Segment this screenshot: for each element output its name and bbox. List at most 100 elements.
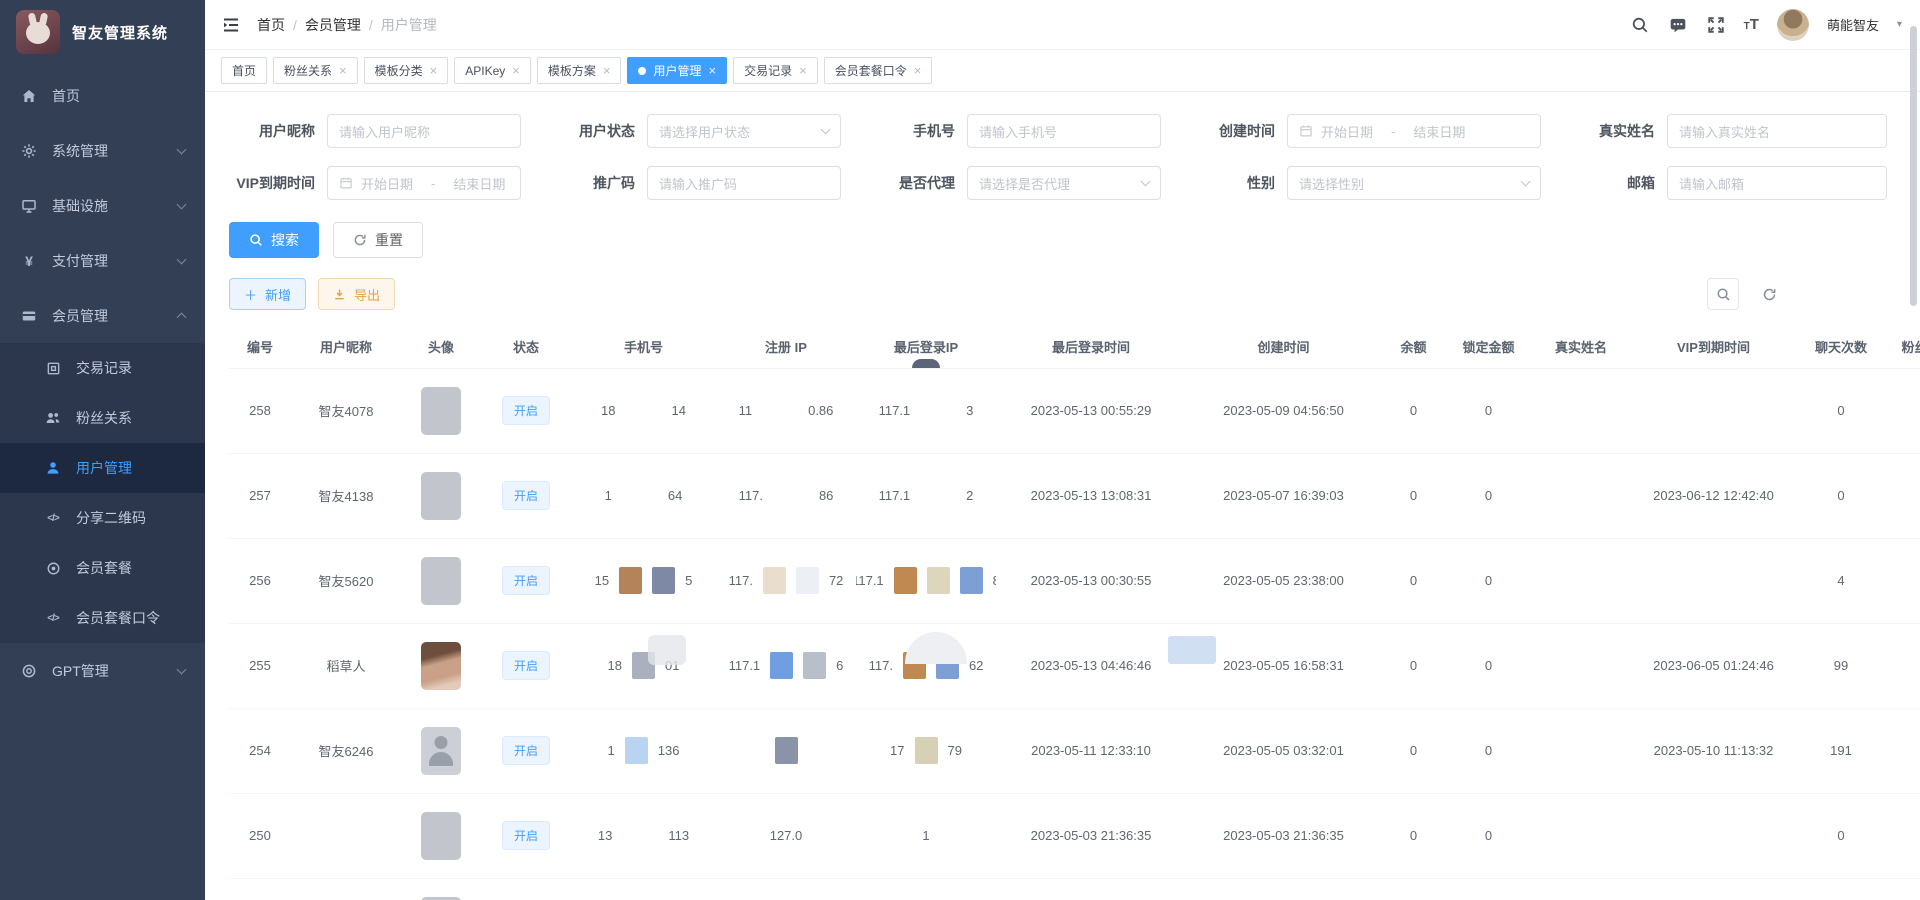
- close-icon[interactable]: ×: [339, 64, 347, 77]
- redaction-blob: [619, 567, 642, 594]
- sidebar-item-label: 首页: [52, 86, 80, 106]
- tab-label: 模板分类: [375, 62, 423, 79]
- search-icon[interactable]: [1630, 15, 1650, 35]
- close-icon[interactable]: ×: [430, 64, 438, 77]
- select-input[interactable]: 请选择性别: [1287, 166, 1541, 200]
- table-row[interactable]: 24912开启1521121272023-05-13 08:29:362023-…: [229, 878, 1920, 900]
- table-refresh-icon[interactable]: [1753, 278, 1785, 310]
- status-badge: 开启: [502, 821, 550, 850]
- select-input[interactable]: 请选择是否代理: [967, 166, 1161, 200]
- close-icon[interactable]: ×: [799, 64, 807, 77]
- sidebar-item-label: 会员套餐口令: [76, 608, 160, 628]
- text-input[interactable]: 请输入手机号: [967, 114, 1161, 148]
- sidebar-item-users[interactable]: 用户管理: [0, 443, 205, 493]
- daterange-input[interactable]: 开始日期-结束日期: [327, 166, 521, 200]
- sidebar-item-share-qrcode[interactable]: </> 分享二维码: [0, 493, 205, 543]
- export-button[interactable]: 导出: [318, 278, 395, 310]
- field-label: 推广码: [549, 173, 635, 193]
- table-row[interactable]: 258智友4078开启1814110.86117.132023-05-13 00…: [229, 368, 1920, 453]
- fullscreen-icon[interactable]: [1706, 15, 1726, 35]
- field-label: 创建时间: [1189, 121, 1275, 141]
- active-tab-dot: [638, 67, 646, 75]
- cell-created-time: 2023-05-05 23:38:00: [1186, 538, 1381, 623]
- search-button[interactable]: 搜索: [229, 222, 319, 258]
- text-input[interactable]: 请输入真实姓名: [1667, 114, 1887, 148]
- sidebar-item-infrastructure[interactable]: 基础设施: [0, 178, 205, 233]
- home-icon: [20, 87, 38, 105]
- cell-created-time: 2023-05-03 21:36:35: [1186, 793, 1381, 878]
- field-label: 真实姓名: [1569, 121, 1655, 141]
- sidebar-item-transactions[interactable]: 交易记录: [0, 343, 205, 393]
- tab-item[interactable]: APIKey×: [454, 57, 531, 84]
- refresh-icon: [353, 233, 367, 247]
- sidebar-item-gpt[interactable]: GPT管理: [0, 643, 205, 698]
- column-header: 余额: [1381, 326, 1446, 368]
- add-button[interactable]: ＋ 新增: [229, 278, 306, 310]
- cell-locked-amount: 0: [1446, 453, 1531, 538]
- cell-chat-count: 0: [1796, 368, 1886, 453]
- cell-id: 254: [229, 708, 291, 793]
- sidebar-item-member[interactable]: 会员管理: [0, 288, 205, 343]
- sidebar-item-label: 会员套餐: [76, 558, 132, 578]
- close-icon[interactable]: ×: [603, 64, 611, 77]
- breadcrumb-member[interactable]: 会员管理: [305, 15, 361, 35]
- column-header: 聊天次数: [1796, 326, 1886, 368]
- table-search-icon[interactable]: [1707, 278, 1739, 310]
- calendar-icon: [1299, 124, 1313, 138]
- value-suffix: 72: [829, 573, 843, 588]
- table-row[interactable]: 254智友6246开启113617792023-05-11 12:33:1020…: [229, 708, 1920, 793]
- close-icon[interactable]: ×: [914, 64, 922, 77]
- close-icon[interactable]: ×: [708, 64, 716, 77]
- tab-item[interactable]: 用户管理×: [627, 57, 727, 84]
- text-input[interactable]: 请输入推广码: [647, 166, 841, 200]
- status-badge: 开启: [502, 651, 550, 680]
- cell-last-login-time: 2023-05-03 21:36:35: [996, 793, 1186, 878]
- scrollbar[interactable]: [1910, 26, 1917, 306]
- cell-nickname: 智友4078: [291, 368, 401, 453]
- breadcrumb-home[interactable]: 首页: [257, 15, 285, 35]
- select-input[interactable]: 请选择用户状态: [647, 114, 841, 148]
- username[interactable]: 萌能智友: [1827, 15, 1879, 34]
- caret-down-icon[interactable]: ▾: [1897, 19, 1902, 30]
- sidebar-item-fans[interactable]: 粉丝关系: [0, 393, 205, 443]
- sidebar-item-label: 基础设施: [52, 196, 108, 216]
- font-size-icon[interactable]: TT: [1744, 16, 1759, 33]
- text-input[interactable]: 请输入邮箱: [1667, 166, 1887, 200]
- table-row[interactable]: 256智友5620开启155117.72117.182023-05-13 00:…: [229, 538, 1920, 623]
- document-icon: [44, 359, 62, 377]
- cell-created-time: 2023-05-05 16:58:31: [1186, 623, 1381, 708]
- sidebar-item-package-code[interactable]: </> 会员套餐口令: [0, 593, 205, 643]
- sidebar-toggle-icon[interactable]: [221, 15, 241, 35]
- daterange-input[interactable]: 开始日期-结束日期: [1287, 114, 1541, 148]
- cell-id: 250: [229, 793, 291, 878]
- cell-id: 258: [229, 368, 291, 453]
- table-row[interactable]: 257智友4138开启164117.86117.122023-05-13 13:…: [229, 453, 1920, 538]
- tab-label: 粉丝关系: [284, 62, 332, 79]
- field-label: 是否代理: [869, 173, 955, 193]
- redacted-value: 13113: [571, 828, 716, 843]
- text-input[interactable]: 请输入用户昵称: [327, 114, 521, 148]
- tab-item[interactable]: 首页: [221, 57, 267, 84]
- redacted-value: 110.86: [716, 403, 856, 418]
- tab-item[interactable]: 会员套餐口令×: [824, 57, 933, 84]
- redacted-value: [716, 737, 856, 764]
- cell-real-name: [1531, 793, 1631, 878]
- value-prefix: 15: [595, 573, 609, 588]
- daterange-end-placeholder: 结束日期: [453, 174, 505, 193]
- tab-item[interactable]: 交易记录×: [733, 57, 818, 84]
- message-icon[interactable]: [1668, 15, 1688, 35]
- tab-item[interactable]: 模板方案×: [537, 57, 622, 84]
- table-row[interactable]: 255稻草人开启1801117.16117.622023-05-13 04:46…: [229, 623, 1920, 708]
- close-icon[interactable]: ×: [512, 64, 520, 77]
- calendar-icon: [339, 176, 353, 190]
- tab-item[interactable]: 模板分类 ×: [364, 57, 449, 84]
- sidebar-item-payment[interactable]: ¥ 支付管理: [0, 233, 205, 288]
- sidebar-item-member-package[interactable]: 会员套餐: [0, 543, 205, 593]
- reset-button[interactable]: 重置: [333, 222, 423, 258]
- sidebar-item-system[interactable]: 系统管理: [0, 123, 205, 178]
- tab-item[interactable]: 粉丝关系 ×: [273, 57, 358, 84]
- user-avatar[interactable]: [1777, 9, 1809, 41]
- sidebar-item-home[interactable]: 首页: [0, 68, 205, 123]
- sidebar-item-label: 会员管理: [52, 306, 108, 326]
- table-row[interactable]: 250开启13113127.012023-05-03 21:36:352023-…: [229, 793, 1920, 878]
